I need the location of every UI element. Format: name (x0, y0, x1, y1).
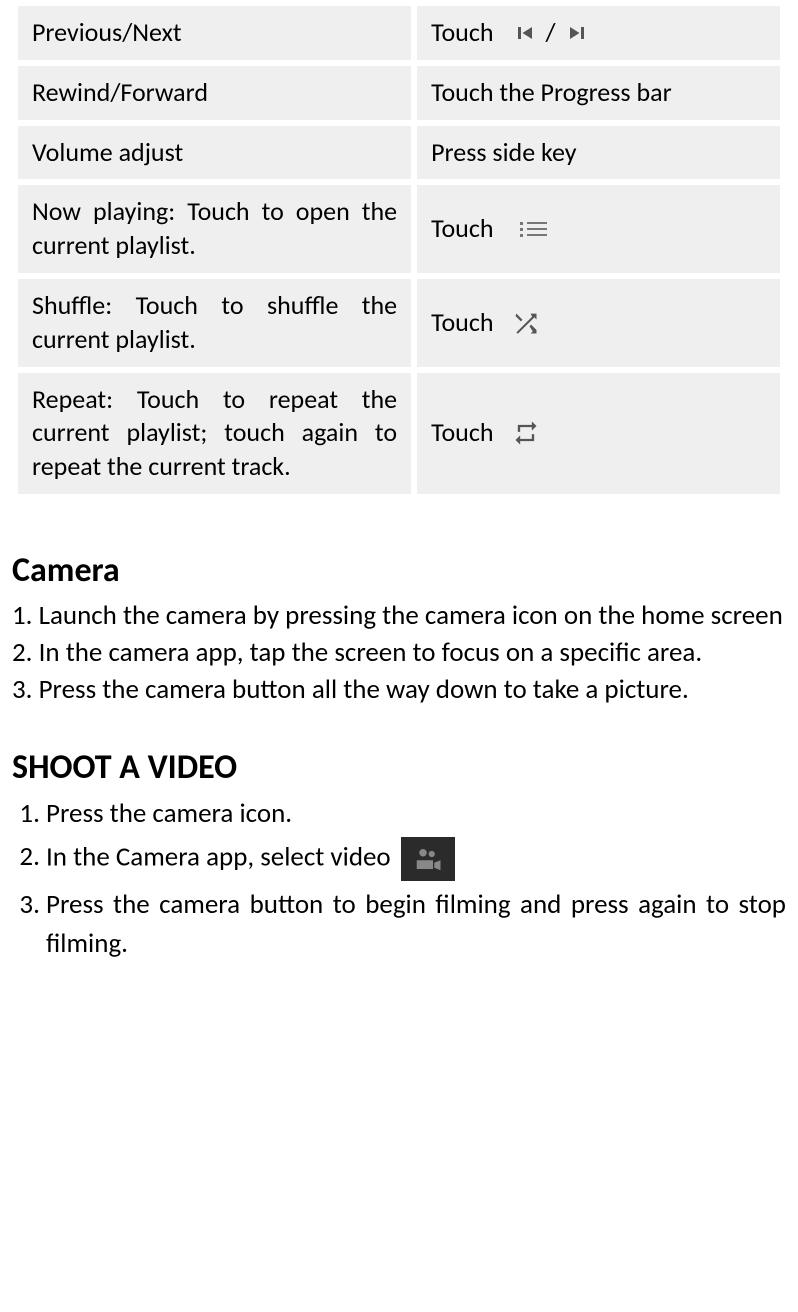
controls-table: Previous/Next Touch / Rewind/Forward Tou… (12, 0, 786, 500)
table-row: Previous/Next Touch / (18, 6, 780, 60)
table-row: Shuffle: Touch to shuffle the current pl… (18, 279, 780, 367)
table-row: Rewind/Forward Touch the Progress bar (18, 66, 780, 120)
shuffle-icon (512, 309, 540, 337)
skip-next-icon (566, 21, 590, 45)
control-label: Repeat: Touch to repeat the current play… (18, 373, 411, 494)
skip-previous-icon (512, 21, 536, 45)
control-action: Touch (417, 373, 780, 494)
list-item: Press the camera icon. (46, 794, 786, 833)
control-action: Touch / (417, 6, 780, 60)
control-action: Touch (417, 279, 780, 367)
table-row: Repeat: Touch to repeat the current play… (18, 373, 780, 494)
separator-slash: / (546, 16, 556, 50)
control-action: Touch the Progress bar (417, 66, 780, 120)
control-action: Press side key (417, 126, 780, 180)
list-item: In the Camera app, select video (46, 837, 786, 881)
control-label: Volume adjust (18, 126, 411, 180)
list-item: Press the camera button to begin filming… (46, 885, 786, 963)
camera-step: 1. Launch the camera by pressing the cam… (12, 597, 786, 634)
control-label: Rewind/Forward (18, 66, 411, 120)
table-row: Volume adjust Press side key (18, 126, 780, 180)
video-steps-list: Press the camera icon. In the Camera app… (12, 794, 786, 963)
action-prefix: Touch (431, 306, 493, 340)
control-action: Touch (417, 185, 780, 273)
control-label: Shuffle: Touch to shuffle the current pl… (18, 279, 411, 367)
control-label: Now playing: Touch to open the current p… (18, 185, 411, 273)
camera-step: 3. Press the camera button all the way d… (12, 671, 786, 708)
repeat-icon (512, 419, 540, 447)
camera-heading: Camera (12, 550, 786, 591)
action-prefix: Touch (431, 212, 493, 246)
camera-step: 2. In the camera app, tap the screen to … (12, 634, 786, 671)
playlist-icon (520, 222, 547, 237)
action-prefix: Touch (431, 416, 493, 450)
control-label: Previous/Next (18, 6, 411, 60)
table-row: Now playing: Touch to open the current p… (18, 185, 780, 273)
video-camera-icon (401, 837, 455, 881)
action-prefix: Touch (431, 16, 493, 50)
shoot-video-heading: SHOOT A VIDEO (12, 747, 786, 788)
video-step2-text: In the Camera app, select video (46, 840, 391, 873)
